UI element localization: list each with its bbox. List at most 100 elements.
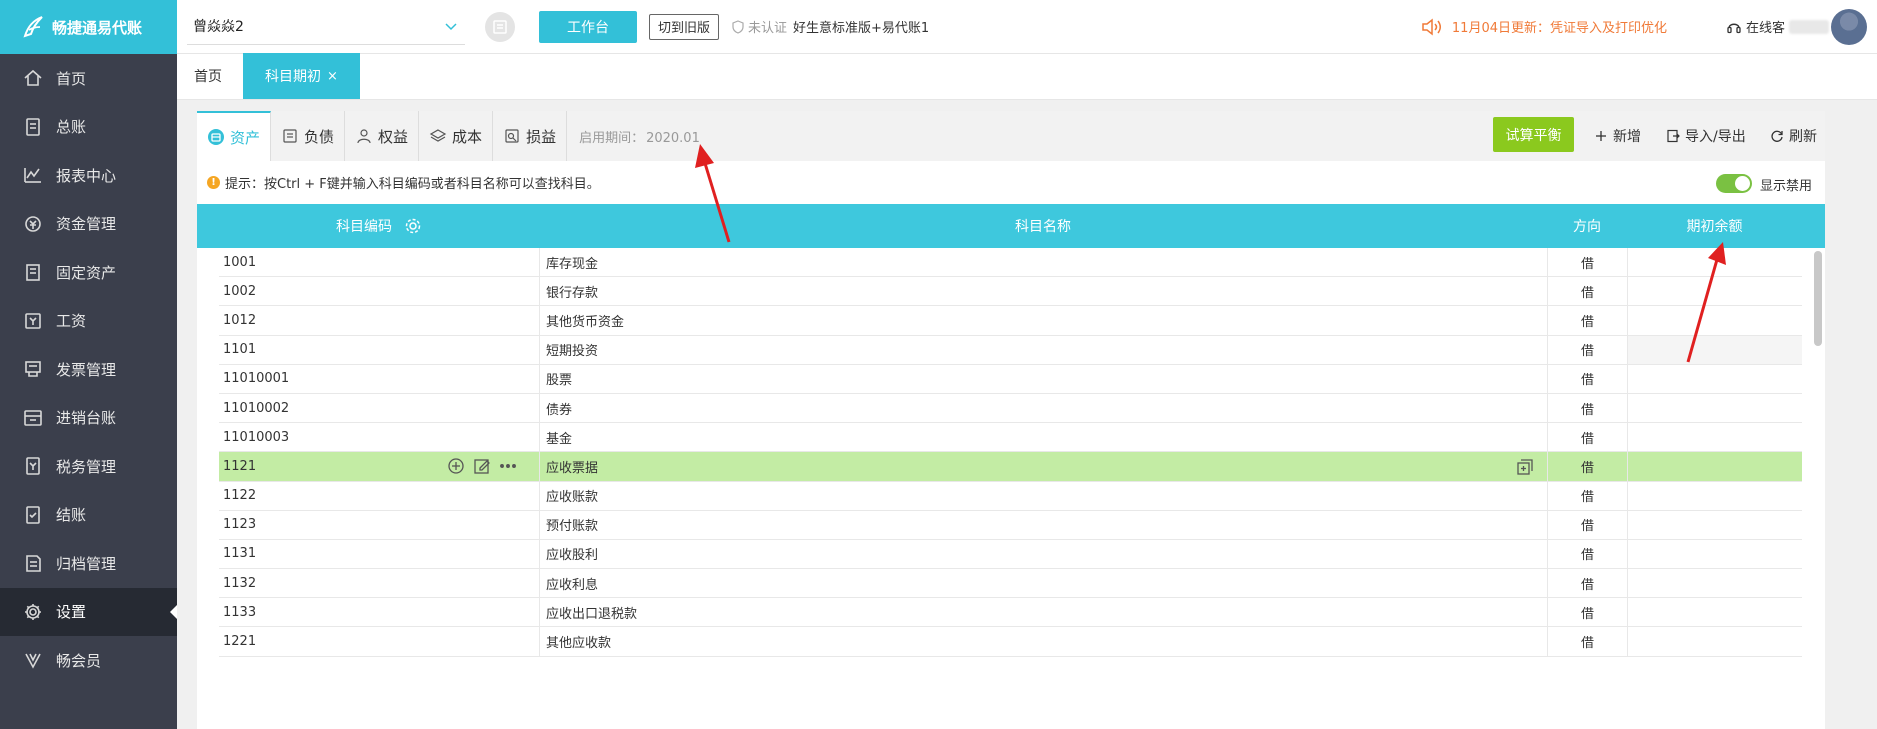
import-export-icon xyxy=(1667,129,1680,143)
category-tab-liabilities[interactable]: 负债 xyxy=(271,111,346,161)
table-row[interactable]: 11010001 股票 借 xyxy=(219,364,1802,394)
table-row[interactable]: 11010002 债券 借 xyxy=(219,393,1802,424)
sidebar-item-building[interactable]: 固定资产 xyxy=(0,248,177,297)
opening-balance-cell[interactable] xyxy=(1627,364,1802,393)
calendar-button[interactable] xyxy=(485,11,515,42)
table-row[interactable]: 1012 其他货币资金 借 xyxy=(219,306,1802,336)
avatar[interactable] xyxy=(1831,8,1867,45)
sidebar-item-home[interactable]: 首页 xyxy=(0,54,177,103)
category-tab-profit-loss[interactable]: 损益 xyxy=(493,111,568,161)
app-logo[interactable]: 畅捷通易代账 xyxy=(0,0,177,54)
table-row[interactable]: 1001 库存现金 借 xyxy=(219,248,1802,278)
headset-icon xyxy=(1727,23,1741,33)
import-export-button[interactable]: 导入/导出 xyxy=(1666,126,1746,146)
table-row[interactable]: 1132 应收利息 借 xyxy=(219,569,1802,599)
opening-balance-cell[interactable] xyxy=(1627,306,1802,335)
category-tab-assets[interactable]: 资产 xyxy=(197,111,272,161)
opening-balance-cell[interactable] xyxy=(1627,569,1802,598)
sidebar-item-gear[interactable]: 设置 xyxy=(0,587,177,636)
category-tab-cost[interactable]: 成本 xyxy=(419,111,494,161)
header-name: 科目名称 xyxy=(1015,219,1071,235)
edition-label: 好生意标准版+易代账1 xyxy=(793,21,930,36)
opening-balance-cell[interactable] xyxy=(1627,393,1802,423)
opening-balance-cell[interactable] xyxy=(1627,248,1802,277)
category-tab-bar: 资产 负债 权益 成本 损益 启用期间： 2020.01 试算平衡 新增 导入/导… xyxy=(197,111,1825,161)
opening-balance-cell[interactable] xyxy=(1627,335,1802,364)
user-name-blurred xyxy=(1789,19,1829,34)
sidebar-item-label: 报表中心 xyxy=(56,166,117,185)
direction-cell: 借 xyxy=(1547,277,1627,306)
enable-period: 启用期间： 2020.01 xyxy=(579,127,700,146)
direction-cell: 借 xyxy=(1547,481,1627,510)
table-body: 1001 库存现金借 1002 银行存款借 1012 其他货币资金借 1101 短期投资借 11… xyxy=(197,248,1825,657)
account-code-cell: 1002 xyxy=(223,283,257,299)
service-label: 在线客 xyxy=(1745,21,1785,36)
sidebar-item-chart[interactable]: 报表中心 xyxy=(0,151,177,200)
company-select[interactable]: 曾焱焱2 xyxy=(187,9,465,45)
account-code-cell: 11010003 xyxy=(223,429,290,445)
more-icon[interactable] xyxy=(499,457,517,475)
opening-balance-cell[interactable] xyxy=(1627,598,1802,627)
close-icon[interactable]: × xyxy=(327,69,338,84)
sidebar-item-invoice[interactable]: 发票管理 xyxy=(0,345,177,394)
add-button[interactable]: 新增 xyxy=(1594,126,1641,146)
liabilities-icon xyxy=(283,129,297,143)
row-actions xyxy=(447,452,517,480)
gear-icon[interactable] xyxy=(404,217,422,235)
direction-cell: 借 xyxy=(1547,393,1627,423)
table-row[interactable]: 1123 预付账款 借 xyxy=(219,510,1802,540)
table-row[interactable]: 1133 应收出口退税款 借 xyxy=(219,598,1802,628)
refresh-button[interactable]: 刷新 xyxy=(1770,126,1817,146)
table-row[interactable]: 11010003 基金 借 xyxy=(219,423,1802,453)
top-bar: 曾焱焱2 工作台 切到旧版 未认证 好生意标准版+易代账1 11月04日更新：凭… xyxy=(177,0,1877,54)
opening-balance-cell[interactable] xyxy=(1627,452,1802,481)
update-notice[interactable]: 11月04日更新：凭证导入及打印优化 xyxy=(1420,16,1667,38)
trial-balance-button[interactable]: 试算平衡 xyxy=(1493,117,1574,152)
table-row[interactable]: 1002 银行存款 借 xyxy=(219,277,1802,307)
speaker-icon xyxy=(1422,17,1441,36)
opening-balance-cell[interactable] xyxy=(1627,277,1802,306)
sidebar-item-checkout[interactable]: 结账 xyxy=(0,491,177,540)
direction-cell: 借 xyxy=(1547,510,1627,539)
account-name-cell: 基金 xyxy=(539,423,1547,452)
certification-status[interactable]: 未认证 xyxy=(731,17,787,36)
sidebar-item-salary[interactable]: 工资 xyxy=(0,297,177,346)
opening-balance-cell[interactable] xyxy=(1627,423,1802,452)
category-label: 资产 xyxy=(230,128,261,147)
gear-icon xyxy=(22,601,44,623)
table-row[interactable]: 1121 应收票据借 xyxy=(219,452,1802,482)
switch-old-version-button[interactable]: 切到旧版 xyxy=(649,13,720,40)
table-row[interactable]: 1221 其他应收款 借 xyxy=(219,627,1802,657)
page-tab-opening-balance[interactable]: 科目期初 × xyxy=(243,53,360,99)
account-code-cell: 1101 xyxy=(223,342,257,358)
account-name: 其他应收款 xyxy=(546,636,612,652)
sidebar-item-tax[interactable]: 税务管理 xyxy=(0,442,177,491)
opening-balance-cell[interactable] xyxy=(1627,510,1802,539)
opening-balance-cell[interactable] xyxy=(1627,481,1802,510)
add-circle-icon[interactable] xyxy=(447,457,465,475)
online-service-link[interactable]: 在线客 xyxy=(1726,17,1785,36)
opening-balance-cell[interactable] xyxy=(1627,539,1802,569)
account-name-cell: 债券 xyxy=(539,393,1547,423)
sidebar-item-label: 税务管理 xyxy=(56,457,117,476)
sidebar-item-vip[interactable]: 畅会员 xyxy=(0,636,177,685)
sidebar-item-money[interactable]: 资金管理 xyxy=(0,200,177,249)
sidebar-item-inventory[interactable]: 进销台账 xyxy=(0,394,177,443)
page-tab-home[interactable]: 首页 xyxy=(177,53,239,99)
copy-icon[interactable] xyxy=(1515,457,1535,477)
table-row[interactable]: 1122 应收账款 借 xyxy=(219,481,1802,511)
edit-icon[interactable] xyxy=(473,457,491,475)
warning-icon: ! xyxy=(207,176,220,189)
sidebar-item-ledger[interactable]: 总账 xyxy=(0,103,177,152)
checkout-icon xyxy=(22,504,44,526)
workbench-button[interactable]: 工作台 xyxy=(539,10,637,43)
vertical-scrollbar[interactable] xyxy=(1814,251,1822,346)
sidebar-item-archive[interactable]: 归档管理 xyxy=(0,539,177,588)
table-row[interactable]: 1101 短期投资 借 xyxy=(219,335,1802,365)
table-row[interactable]: 1131 应收股利 借 xyxy=(219,539,1802,570)
inventory-icon xyxy=(22,407,44,429)
chevron-down-icon xyxy=(445,23,457,31)
category-tab-equity[interactable]: 权益 xyxy=(345,111,420,161)
show-disabled-toggle[interactable] xyxy=(1716,174,1752,193)
opening-balance-cell[interactable] xyxy=(1627,627,1802,656)
